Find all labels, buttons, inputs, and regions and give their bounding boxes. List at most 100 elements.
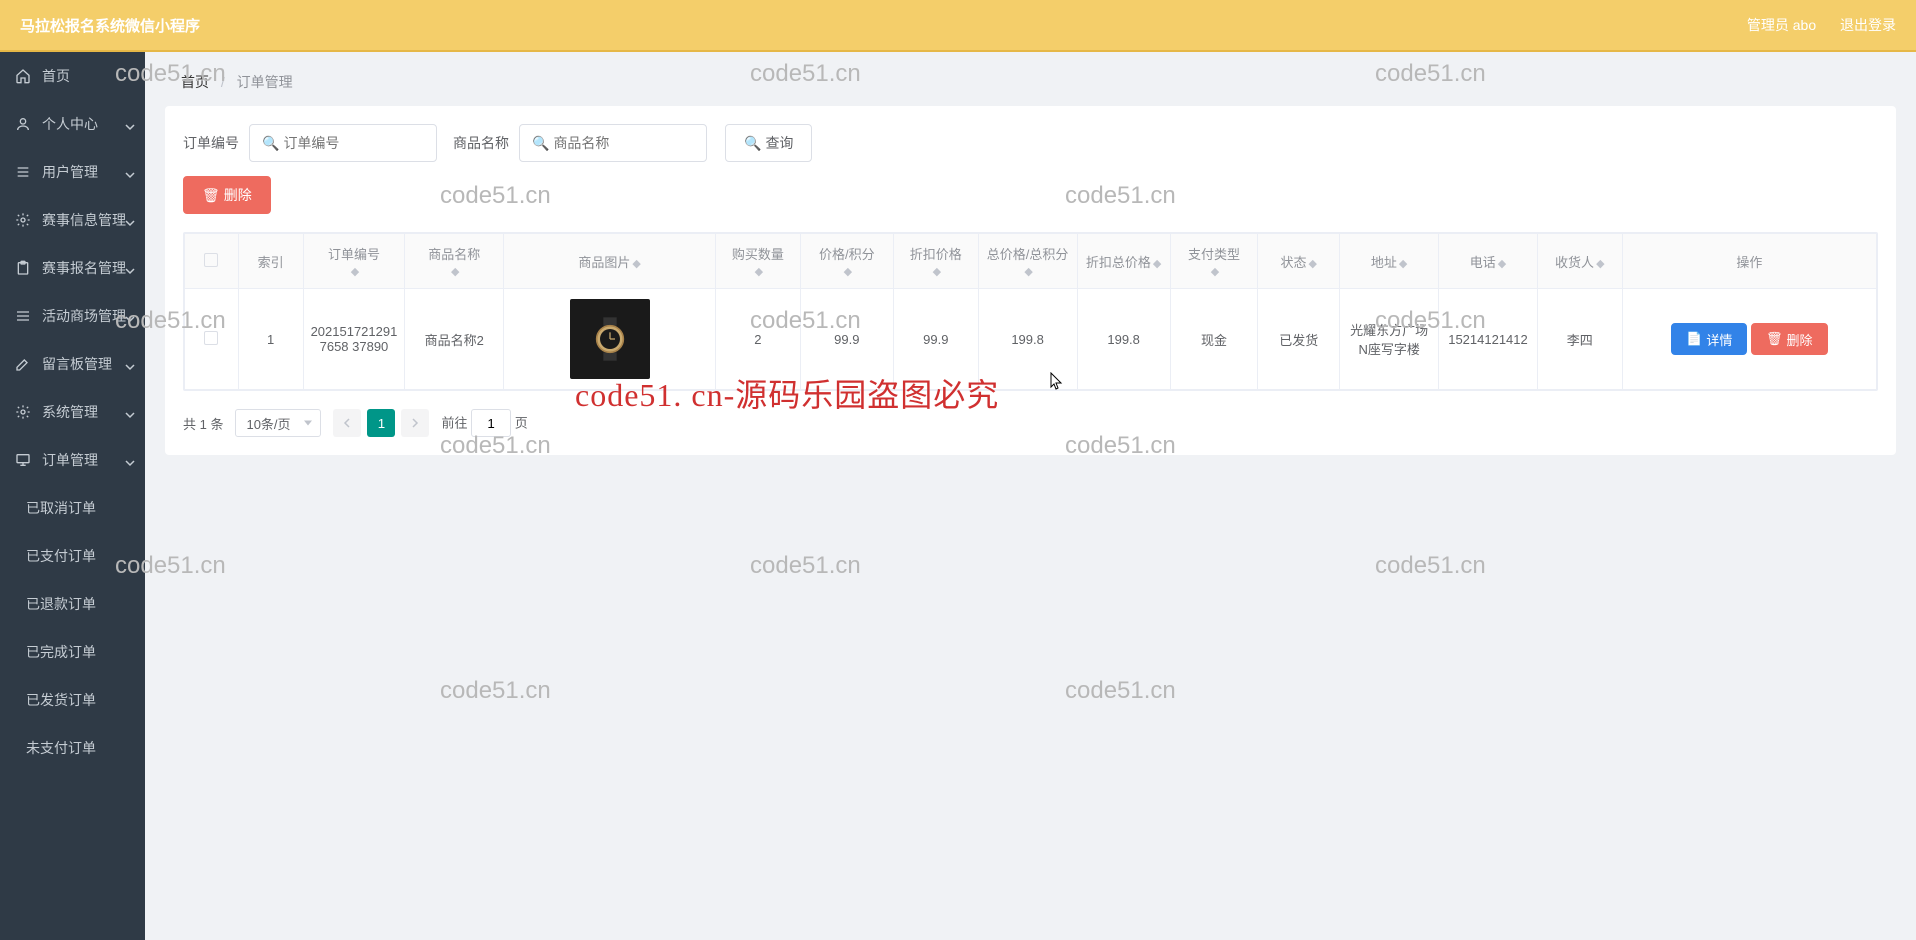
header-right: 管理员 abo 退出登录 xyxy=(1727,15,1896,35)
action-row: 🗑 删除 xyxy=(183,176,1878,214)
cell-buy-qty: 2 xyxy=(716,289,801,390)
page-size-select[interactable]: 10条/页 xyxy=(235,409,321,437)
sidebar-item-label: 个人中心 xyxy=(42,114,98,134)
sort-icon: ◆ xyxy=(755,265,763,278)
th-address[interactable]: 地址 ◆ xyxy=(1340,234,1439,289)
order-table: 索引 订单编号◆ 商品名称◆ 商品图片 ◆ 购买数量◆ 价格/积分◆ 折扣价格◆… xyxy=(183,232,1878,391)
th-pay-type[interactable]: 支付类型◆ xyxy=(1170,234,1258,289)
th-discount-total[interactable]: 折扣总价格 ◆ xyxy=(1077,234,1170,289)
sidebar-item-event-reg[interactable]: 赛事报名管理 xyxy=(0,244,145,292)
sidebar-sub-completed[interactable]: 已完成订单 xyxy=(0,628,145,676)
sort-icon: ◆ xyxy=(844,265,852,278)
th-index[interactable]: 索引 xyxy=(238,234,303,289)
cell-status: 已发货 xyxy=(1258,289,1340,390)
watermark: code51.cn xyxy=(750,552,861,580)
order-no-input[interactable] xyxy=(283,135,424,151)
cell-product-name: 商品名称2 xyxy=(405,289,504,390)
next-page-button[interactable] xyxy=(401,409,429,437)
sort-icon: ◆ xyxy=(451,265,459,278)
cell-pay-type: 现金 xyxy=(1170,289,1258,390)
cell-recipient: 李四 xyxy=(1537,289,1622,390)
detail-button[interactable]: 📄 详情 xyxy=(1671,323,1747,355)
th-phone[interactable]: 电话 ◆ xyxy=(1439,234,1538,289)
bulk-delete-button[interactable]: 🗑 删除 xyxy=(183,176,271,214)
th-buy-qty[interactable]: 购买数量◆ xyxy=(716,234,801,289)
sidebar-item-home[interactable]: 首页 xyxy=(0,52,145,100)
sidebar-item-profile[interactable]: 个人中心 xyxy=(0,100,145,148)
sidebar-item-label: 用户管理 xyxy=(42,162,98,182)
sidebar-sub-shipped[interactable]: 已发货订单 xyxy=(0,676,145,724)
th-total-price[interactable]: 总价格/总积分 ◆ xyxy=(978,234,1077,289)
sidebar-item-event-info[interactable]: 赛事信息管理 xyxy=(0,196,145,244)
row-delete-button[interactable]: 🗑 删除 xyxy=(1751,323,1828,355)
th-recipient[interactable]: 收货人 ◆ xyxy=(1537,234,1622,289)
th-discount-price[interactable]: 折扣价格◆ xyxy=(893,234,978,289)
watermark: code51.cn xyxy=(440,677,551,705)
sidebar-item-mall[interactable]: 活动商场管理 xyxy=(0,292,145,340)
content-panel: 订单编号 🔍 商品名称 🔍 🔍 查询 🗑 删除 xyxy=(165,106,1896,455)
breadcrumb-separator: / xyxy=(221,74,225,90)
logout-link[interactable]: 退出登录 xyxy=(1840,17,1896,33)
sidebar-sub-unpaid[interactable]: 未支付订单 xyxy=(0,724,145,772)
main-content: 首页 / 订单管理 订单编号 🔍 商品名称 🔍 🔍 查询 xyxy=(145,52,1916,940)
total-count: 共 1 条 xyxy=(183,414,223,433)
th-price[interactable]: 价格/积分◆ xyxy=(800,234,893,289)
trash-icon: 🗑 xyxy=(202,187,220,204)
order-no-label: 订单编号 xyxy=(183,133,239,153)
sidebar-sub-cancelled[interactable]: 已取消订单 xyxy=(0,484,145,532)
chevron-down-icon xyxy=(125,119,135,129)
row-checkbox[interactable] xyxy=(204,331,218,345)
grid-icon xyxy=(14,307,32,325)
sidebar-item-label: 赛事信息管理 xyxy=(42,210,126,230)
product-thumbnail[interactable] xyxy=(570,299,650,379)
watermark: code51.cn xyxy=(1375,552,1486,580)
chevron-down-icon xyxy=(125,263,135,273)
sidebar-item-label: 已发货订单 xyxy=(26,690,96,710)
chevron-down-icon xyxy=(125,455,135,465)
home-icon xyxy=(14,67,32,85)
chevron-down-icon xyxy=(125,359,135,369)
doc-icon: 📄 xyxy=(1686,331,1702,347)
product-name-input[interactable] xyxy=(553,135,694,151)
prev-page-button[interactable] xyxy=(333,409,361,437)
search-bar: 订单编号 🔍 商品名称 🔍 🔍 查询 xyxy=(183,124,1878,162)
sidebar-sub-paid[interactable]: 已支付订单 xyxy=(0,532,145,580)
cell-phone: 15214121412 xyxy=(1439,289,1538,390)
sidebar-item-board[interactable]: 留言板管理 xyxy=(0,340,145,388)
table-row: 1 2021517212917658 37890 商品名称2 2 99.9 99… xyxy=(185,289,1877,390)
chevron-down-icon xyxy=(125,407,135,417)
sidebar-item-label: 留言板管理 xyxy=(42,354,112,374)
cell-actions: 📄 详情 🗑 删除 xyxy=(1622,289,1876,390)
page-number-button[interactable]: 1 xyxy=(367,409,395,437)
monitor-icon xyxy=(14,451,32,469)
sort-icon: ◆ xyxy=(1153,257,1161,270)
sidebar-item-label: 已支付订单 xyxy=(26,546,96,566)
sort-icon: ◆ xyxy=(632,257,640,270)
list-icon xyxy=(14,163,32,181)
sidebar-item-orders[interactable]: 订单管理 xyxy=(0,436,145,484)
th-order-no[interactable]: 订单编号◆ xyxy=(303,234,405,289)
select-all-checkbox[interactable] xyxy=(204,253,218,267)
sidebar-item-users[interactable]: 用户管理 xyxy=(0,148,145,196)
th-product-name[interactable]: 商品名称◆ xyxy=(405,234,504,289)
page-jump-input[interactable] xyxy=(471,409,511,437)
cell-discount-total: 199.8 xyxy=(1077,289,1170,390)
user-label[interactable]: 管理员 abo xyxy=(1747,17,1816,33)
sidebar-sub-refunded[interactable]: 已退款订单 xyxy=(0,580,145,628)
watermark: code51.cn xyxy=(1065,677,1176,705)
sidebar-item-system[interactable]: 系统管理 xyxy=(0,388,145,436)
sidebar-item-label: 订单管理 xyxy=(42,450,98,470)
cell-index: 1 xyxy=(238,289,303,390)
sidebar-item-label: 系统管理 xyxy=(42,402,98,422)
user-icon xyxy=(14,115,32,133)
table-header-row: 索引 订单编号◆ 商品名称◆ 商品图片 ◆ 购买数量◆ 价格/积分◆ 折扣价格◆… xyxy=(185,234,1877,289)
sort-icon: ◆ xyxy=(1596,257,1604,270)
breadcrumb-home[interactable]: 首页 xyxy=(181,74,209,90)
chevron-down-icon xyxy=(125,215,135,225)
th-product-image[interactable]: 商品图片 ◆ xyxy=(504,234,716,289)
query-button[interactable]: 🔍 查询 xyxy=(725,124,812,162)
sort-icon: ◆ xyxy=(351,265,359,278)
query-button-label: 查询 xyxy=(765,133,793,153)
page-jump: 前往 页 xyxy=(441,409,527,437)
th-status[interactable]: 状态 ◆ xyxy=(1258,234,1340,289)
